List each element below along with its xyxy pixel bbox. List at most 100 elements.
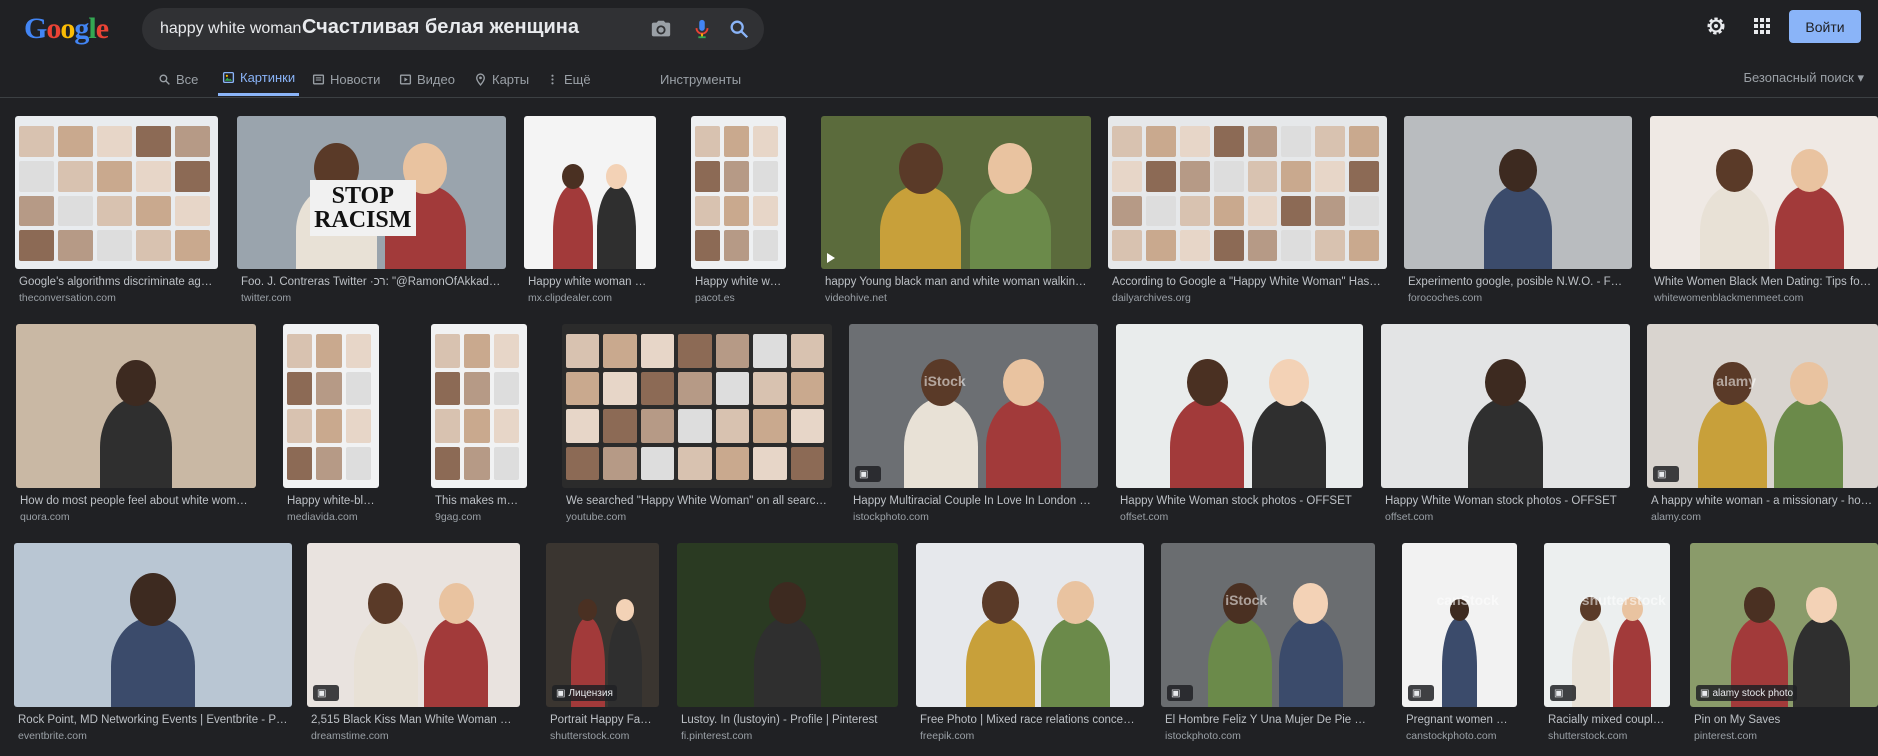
result-source[interactable]: shutterstock.com (1544, 730, 1670, 742)
image-result-card[interactable]: Rock Point, MD Networking Events | Event… (14, 543, 292, 742)
result-thumbnail[interactable] (562, 324, 832, 488)
image-result-card[interactable]: Free Photo | Mixed race relations concep… (916, 543, 1144, 742)
result-title[interactable]: Happy White Woman stock photos - OFFSET (1116, 495, 1363, 507)
result-title[interactable]: Foo. J. Contreras Twitter ·רכ: "@RamonOf… (237, 276, 506, 288)
result-thumbnail[interactable] (821, 116, 1091, 269)
image-result-card[interactable]: Happy White Woman stock photos - OFFSET o… (1116, 324, 1363, 523)
result-thumbnail[interactable]: shutterstock ▣ (1544, 543, 1670, 707)
image-result-card[interactable]: Happy white woman - ... pacot.es (691, 116, 786, 304)
image-result-card[interactable]: STOP RACISM Foo. J. Contreras Twitter ·רכ… (237, 116, 506, 304)
image-result-card[interactable]: Happy White Woman stock photos - OFFSET o… (1381, 324, 1630, 523)
result-title[interactable]: 2,515 Black Kiss Man White Woman Ph... (307, 714, 520, 726)
result-thumbnail[interactable] (677, 543, 898, 707)
result-title[interactable]: Google's algorithms discriminate agai... (15, 276, 218, 288)
result-thumbnail[interactable] (916, 543, 1144, 707)
result-thumbnail[interactable]: canStock ▣ (1402, 543, 1517, 707)
result-thumbnail[interactable]: alamy ▣ (1647, 324, 1878, 488)
image-result-card[interactable]: ▣ alamy stock photo Pin on My Saves pintere… (1690, 543, 1878, 742)
result-thumbnail[interactable] (691, 116, 786, 269)
result-title[interactable]: Experimento google, posible N.W.O. - For… (1404, 276, 1632, 288)
image-result-card[interactable]: Happy white woman pr... mx.clipdealer.com (524, 116, 656, 304)
result-title[interactable]: Happy white-black-asia... (283, 495, 379, 507)
image-result-card[interactable]: iStock ▣ Happy Multiracial Couple In Love … (849, 324, 1098, 523)
gear-icon[interactable] (1704, 14, 1728, 38)
search-input[interactable]: happy white woman (160, 20, 301, 38)
result-title[interactable]: Happy white woman pr... (524, 276, 656, 288)
result-thumbnail[interactable] (1381, 324, 1630, 488)
result-thumbnail[interactable]: ▣ alamy stock photo (1690, 543, 1878, 707)
result-source[interactable]: istockphoto.com (849, 511, 1098, 523)
image-result-card[interactable]: White Women Black Men Dating: Tips for a… (1650, 116, 1878, 304)
result-title[interactable]: A happy white woman - a missionary - hol… (1647, 495, 1878, 507)
result-thumbnail[interactable] (1650, 116, 1878, 269)
result-source[interactable]: dailyarchives.org (1108, 292, 1387, 304)
result-title[interactable]: How do most people feel about white wome… (16, 495, 256, 507)
result-thumbnail[interactable] (14, 543, 292, 707)
result-thumbnail[interactable] (283, 324, 379, 488)
result-source[interactable]: freepik.com (916, 730, 1144, 742)
result-thumbnail[interactable]: iStock ▣ (1161, 543, 1375, 707)
result-title[interactable]: Lustoy. In (lustoyin) - Profile | Pinter… (677, 714, 898, 726)
result-thumbnail[interactable] (15, 116, 218, 269)
result-title[interactable]: Racially mixed couple ... (1544, 714, 1670, 726)
result-title[interactable]: White Women Black Men Dating: Tips for a… (1650, 276, 1878, 288)
result-title[interactable]: Pregnant women with ... (1402, 714, 1517, 726)
image-result-card[interactable]: alamy ▣ A happy white woman - a missionary… (1647, 324, 1878, 523)
result-title[interactable]: Portrait Happy Famiyj ... (546, 714, 659, 726)
result-source[interactable]: shutterstock.com (546, 730, 659, 742)
result-source[interactable]: dreamstime.com (307, 730, 520, 742)
image-result-card[interactable]: How do most people feel about white wome… (16, 324, 256, 523)
apps-grid-icon[interactable] (1750, 14, 1774, 38)
result-source[interactable]: theconversation.com (15, 292, 218, 304)
result-source[interactable]: quora.com (16, 511, 256, 523)
result-thumbnail[interactable] (1108, 116, 1387, 269)
result-title[interactable]: Happy Multiracial Couple In Love In Lond… (849, 495, 1098, 507)
tab-images[interactable]: Картинки (218, 62, 300, 96)
result-source[interactable]: eventbrite.com (14, 730, 292, 742)
result-title[interactable]: El Hombre Feliz Y Una Mujer De Pie Sob..… (1161, 714, 1375, 726)
result-source[interactable]: istockphoto.com (1161, 730, 1375, 742)
tab-tools[interactable]: Инструменты (660, 62, 741, 96)
tab-video[interactable]: Видео (399, 62, 455, 96)
image-result-card[interactable]: happy Young black man and white woman wa… (821, 116, 1091, 304)
result-thumbnail[interactable]: ▣ (307, 543, 520, 707)
result-thumbnail[interactable] (524, 116, 656, 269)
google-logo[interactable]: Google (24, 12, 109, 45)
result-thumbnail[interactable] (1116, 324, 1363, 488)
image-result-card[interactable]: Google's algorithms discriminate agai...… (15, 116, 218, 304)
result-source[interactable]: offset.com (1116, 511, 1363, 523)
result-title[interactable]: Free Photo | Mixed race relations concep… (916, 714, 1144, 726)
image-result-card[interactable]: Lustoy. In (lustoyin) - Profile | Pinter… (677, 543, 898, 742)
result-thumbnail[interactable]: ▣ Лицензия (546, 543, 659, 707)
image-result-card[interactable]: This makes me puke! S... 9gag.com (431, 324, 527, 523)
result-thumbnail[interactable] (1404, 116, 1632, 269)
result-title[interactable]: This makes me puke! S... (431, 495, 527, 507)
result-source[interactable]: twitter.com (237, 292, 506, 304)
result-source[interactable]: pacot.es (691, 292, 786, 304)
result-source[interactable]: canstockphoto.com (1402, 730, 1517, 742)
tab-news[interactable]: Новости (312, 62, 380, 96)
image-result-card[interactable]: According to Google a "Happy White Woman… (1108, 116, 1387, 304)
image-result-card[interactable]: iStock ▣ El Hombre Feliz Y Una Mujer De Pi… (1161, 543, 1375, 742)
result-source[interactable]: videohive.net (821, 292, 1091, 304)
result-source[interactable]: pinterest.com (1690, 730, 1878, 742)
result-source[interactable]: 9gag.com (431, 511, 527, 523)
result-title[interactable]: We searched "Happy White Woman" on all s… (562, 495, 832, 507)
safesearch-dropdown[interactable]: Безопасный поиск ▾ (1743, 70, 1864, 86)
image-result-card[interactable]: canStock ▣ Pregnant women with ... canstock… (1402, 543, 1517, 742)
result-title[interactable]: Happy White Woman stock photos - OFFSET (1381, 495, 1630, 507)
result-source[interactable]: mx.clipdealer.com (524, 292, 656, 304)
result-thumbnail[interactable] (431, 324, 527, 488)
result-source[interactable]: youtube.com (562, 511, 832, 523)
image-result-card[interactable]: ▣Лицензия Portrait Happy Famiyj ... shutte… (546, 543, 659, 742)
result-source[interactable]: alamy.com (1647, 511, 1878, 523)
result-thumbnail[interactable]: iStock ▣ (849, 324, 1098, 488)
search-box[interactable]: happy white woman Счастливая белая женщи… (142, 8, 764, 50)
result-title[interactable]: Rock Point, MD Networking Events | Event… (14, 714, 292, 726)
result-thumbnail[interactable]: STOP RACISM (237, 116, 506, 269)
search-icon[interactable] (728, 18, 750, 40)
image-result-card[interactable]: ▣ 2,515 Black Kiss Man White Woman Ph... d… (307, 543, 520, 742)
result-thumbnail[interactable] (16, 324, 256, 488)
result-source[interactable]: fi.pinterest.com (677, 730, 898, 742)
result-source[interactable]: offset.com (1381, 511, 1630, 523)
